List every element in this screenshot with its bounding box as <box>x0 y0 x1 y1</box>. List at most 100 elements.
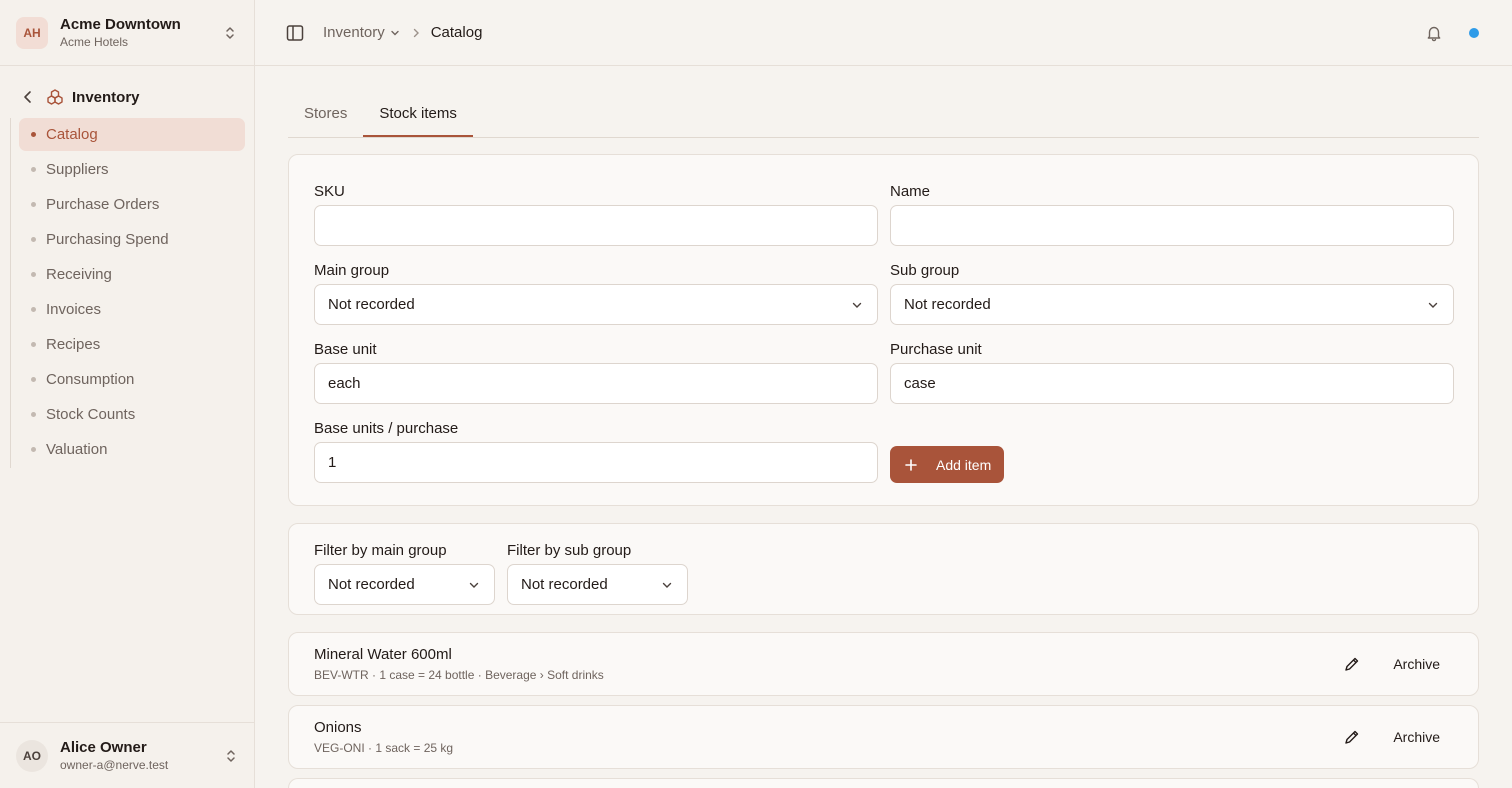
purchase-unit-label: Purchase unit <box>890 341 982 358</box>
item-title: Onions <box>314 719 362 736</box>
plus-icon <box>905 458 917 471</box>
breadcrumb-inventory[interactable]: Inventory <box>323 24 401 41</box>
sku-input[interactable] <box>314 205 878 246</box>
sidebar-item-label: Stock Counts <box>46 406 136 423</box>
main-group-value: Not recorded <box>328 296 415 313</box>
item-details: VEG-ONI · 1 sack = 25 kg <box>314 741 454 755</box>
sidebar-item-valuation[interactable]: Valuation <box>19 433 245 466</box>
chevron-right-icon <box>413 28 419 37</box>
main-content: Stores Stock items SKU Name Main group N… <box>288 66 1479 788</box>
filter-main-value: Not recorded <box>328 576 415 593</box>
bullet-icon <box>31 412 36 417</box>
sidebar-item-purchase-orders[interactable]: Purchase Orders <box>19 188 245 221</box>
sidebar-item-label: Purchase Orders <box>46 196 160 213</box>
add-item-button[interactable]: Add item <box>890 446 1004 483</box>
sub-group-select[interactable]: Not recorded <box>890 284 1454 325</box>
boxes-icon <box>47 89 63 105</box>
bullet-icon <box>31 272 36 277</box>
sidebar-item-catalog[interactable]: Catalog <box>19 118 245 151</box>
tab-stock-items[interactable]: Stock items <box>363 97 473 137</box>
archive-button[interactable]: Archive <box>1393 729 1440 745</box>
main-group-label: Main group <box>314 262 390 279</box>
chevron-down-icon <box>391 30 399 35</box>
user-email: owner-a@nerve.test <box>60 757 169 772</box>
chevron-down-icon <box>1428 302 1438 308</box>
top-bar: Inventory Catalog <box>255 0 1512 66</box>
filter-main-select[interactable]: Not recorded <box>314 564 495 605</box>
name-input[interactable] <box>890 205 1454 246</box>
chevron-down-icon <box>469 582 479 588</box>
bullet-icon <box>31 202 36 207</box>
add-item-label: Add item <box>936 456 992 473</box>
sidebar-item-label: Purchasing Spend <box>46 231 169 248</box>
sidebar-item-label: Invoices <box>46 301 102 318</box>
filter-bar: Filter by main group Not recorded Filter… <box>288 523 1479 615</box>
chevron-down-icon <box>662 582 672 588</box>
breadcrumb: Inventory Catalog <box>323 24 482 41</box>
org-subtitle: Acme Hotels <box>60 34 129 49</box>
pencil-icon[interactable] <box>1343 655 1361 673</box>
base-unit-input[interactable]: each <box>314 363 878 404</box>
bullet-icon <box>31 342 36 347</box>
sidebar-item-label: Valuation <box>46 441 108 458</box>
item-details: BEV-WTR · 1 case = 24 bottle · Beverage … <box>314 668 604 682</box>
bullet-icon <box>31 237 36 242</box>
chevrons-up-down-icon <box>227 749 235 762</box>
sku-label: SKU <box>314 183 345 200</box>
sidebar-nav: Catalog Suppliers Purchase Orders Purcha… <box>10 118 245 468</box>
user-avatar: AO <box>16 739 48 772</box>
bullet-icon <box>31 167 36 172</box>
status-indicator <box>1469 27 1479 38</box>
chevron-left-icon[interactable] <box>20 89 36 105</box>
list-item-partial <box>288 778 1479 788</box>
bell-icon[interactable] <box>1425 24 1443 42</box>
chevrons-up-down-icon <box>226 26 234 39</box>
org-name: Acme Downtown <box>60 15 181 33</box>
sidebar-item-receiving[interactable]: Receiving <box>19 258 245 291</box>
filter-sub-select[interactable]: Not recorded <box>507 564 688 605</box>
sidebar-item-stock-counts[interactable]: Stock Counts <box>19 398 245 431</box>
sidebar-item-label: Suppliers <box>46 161 109 178</box>
filter-main-label: Filter by main group <box>314 542 447 559</box>
bullet-icon <box>31 377 36 382</box>
bullet-icon <box>31 132 36 137</box>
sub-group-label: Sub group <box>890 262 960 279</box>
base-unit-label: Base unit <box>314 341 377 358</box>
bullet-icon <box>31 447 36 452</box>
tab-bar: Stores Stock items <box>288 66 1479 138</box>
add-item-form: SKU Name Main group Not recorded Sub gro… <box>288 154 1479 506</box>
sidebar-toggle-icon[interactable] <box>285 23 305 43</box>
archive-button[interactable]: Archive <box>1393 656 1440 672</box>
sidebar-item-purchasing-spend[interactable]: Purchasing Spend <box>19 223 245 256</box>
sidebar-item-label: Catalog <box>46 126 98 143</box>
user-name: Alice Owner <box>60 738 147 756</box>
section-title: Inventory <box>72 88 140 106</box>
bullet-icon <box>31 307 36 312</box>
sidebar: AH Acme Downtown Acme Hotels Inventory C… <box>0 0 255 788</box>
list-item: Onions VEG-ONI · 1 sack = 25 kg Archive <box>288 705 1479 769</box>
sidebar-item-label: Recipes <box>46 336 101 353</box>
item-title: Mineral Water 600ml <box>314 646 452 663</box>
purchase-unit-input[interactable]: case <box>890 363 1454 404</box>
sidebar-item-invoices[interactable]: Invoices <box>19 293 245 326</box>
pencil-icon[interactable] <box>1343 728 1361 746</box>
base-per-purchase-input[interactable]: 1 <box>314 442 878 483</box>
name-label: Name <box>890 183 931 200</box>
list-item: Mineral Water 600ml BEV-WTR · 1 case = 2… <box>288 632 1479 696</box>
org-switcher[interactable]: AH Acme Downtown Acme Hotels <box>0 0 254 66</box>
filter-sub-label: Filter by sub group <box>507 542 632 559</box>
sidebar-item-suppliers[interactable]: Suppliers <box>19 153 245 186</box>
breadcrumb-parent-label: Inventory <box>323 24 385 41</box>
sidebar-item-label: Receiving <box>46 266 112 283</box>
breadcrumb-current: Catalog <box>430 24 483 41</box>
sidebar-item-consumption[interactable]: Consumption <box>19 363 245 396</box>
tab-stores[interactable]: Stores <box>288 97 363 137</box>
main-group-select[interactable]: Not recorded <box>314 284 878 325</box>
filter-sub-value: Not recorded <box>521 576 608 593</box>
section-header: Inventory <box>0 82 255 112</box>
base-per-purchase-label: Base units / purchase <box>314 420 459 437</box>
user-menu[interactable]: AO Alice Owner owner-a@nerve.test <box>0 722 255 788</box>
sidebar-item-label: Consumption <box>46 371 135 388</box>
org-avatar: AH <box>16 16 48 49</box>
sidebar-item-recipes[interactable]: Recipes <box>19 328 245 361</box>
